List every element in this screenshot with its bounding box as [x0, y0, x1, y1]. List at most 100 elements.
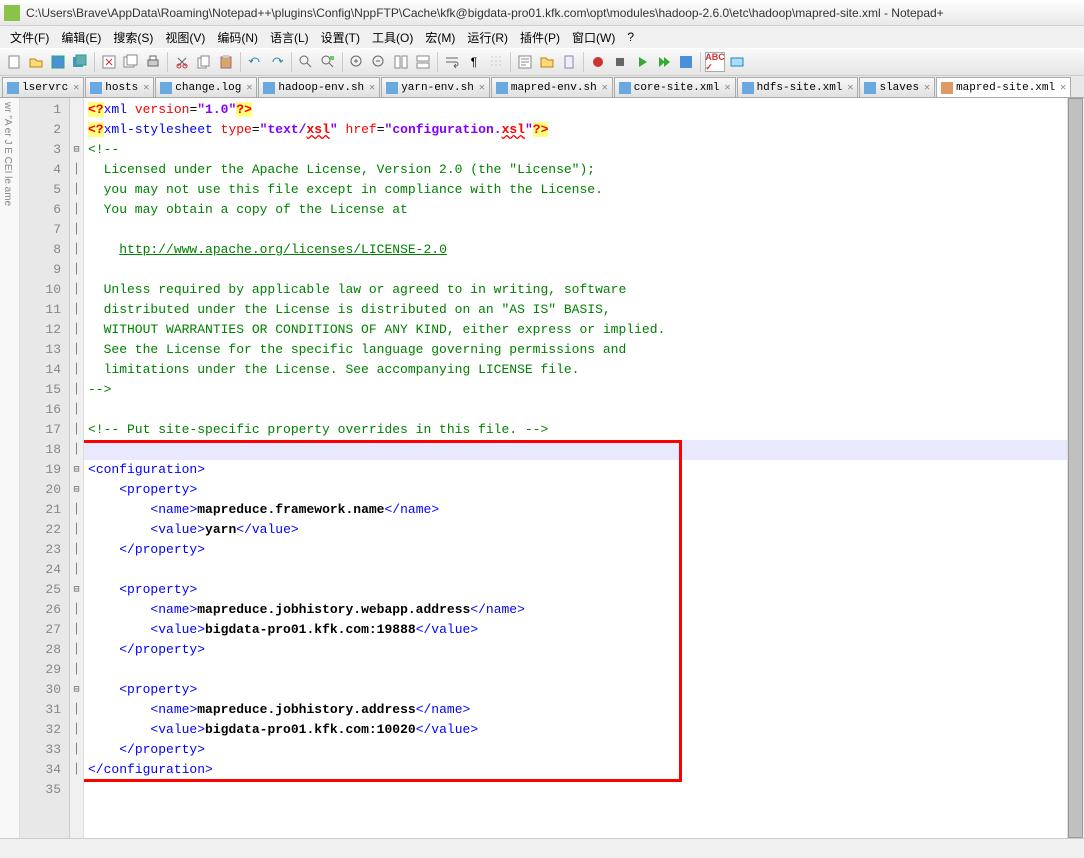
close-icon[interactable]: ✕ [847, 82, 853, 94]
close-icon[interactable]: ✕ [246, 82, 252, 94]
menubar: 文件(F) 编辑(E) 搜索(S) 视图(V) 编码(N) 语言(L) 设置(T… [0, 26, 1084, 48]
tab-label: mapred-site.xml [956, 82, 1055, 94]
tab-hdfs-site[interactable]: hdfs-site.xml ✕ [737, 77, 859, 97]
spellcheck-icon[interactable]: ABC✓ [705, 52, 725, 72]
sync-v-icon[interactable] [391, 52, 411, 72]
close-icon[interactable]: ✕ [924, 82, 930, 94]
tab-label: hosts [105, 82, 138, 94]
show-chars-icon[interactable]: ¶ [464, 52, 484, 72]
menu-run[interactable]: 运行(R) [461, 27, 514, 48]
menu-window[interactable]: 窗口(W) [566, 27, 621, 48]
menu-settings[interactable]: 设置(T) [315, 27, 366, 48]
play-macro-icon[interactable] [632, 52, 652, 72]
titlebar: C:\Users\Brave\AppData\Roaming\Notepad++… [0, 0, 1084, 26]
separator [240, 52, 241, 72]
menu-encoding[interactable]: 编码(N) [211, 27, 264, 48]
close-icon[interactable] [99, 52, 119, 72]
separator [700, 52, 701, 72]
tab-label: lservrc [22, 82, 68, 94]
stop-macro-icon[interactable] [610, 52, 630, 72]
save-macro-icon[interactable] [676, 52, 696, 72]
record-macro-icon[interactable] [588, 52, 608, 72]
tab-mapred-env[interactable]: mapred-env.sh✕ [491, 77, 613, 97]
zoom-out-icon[interactable] [369, 52, 389, 72]
toolbar: ¶ ABC✓ [0, 48, 1084, 76]
vertical-scrollbar[interactable] [1067, 98, 1084, 838]
separator [167, 52, 168, 72]
folder-icon[interactable] [537, 52, 557, 72]
menu-view[interactable]: 视图(V) [159, 27, 211, 48]
close-icon[interactable]: ✕ [1060, 82, 1066, 94]
menu-edit[interactable]: 编辑(E) [55, 27, 107, 48]
cut-icon[interactable] [172, 52, 192, 72]
redo-icon[interactable] [267, 52, 287, 72]
file-icon [90, 82, 102, 94]
tab-hadoop-env[interactable]: hadoop-env.sh ✕ [258, 77, 380, 97]
tab-label: hadoop-env.sh [278, 82, 364, 94]
separator [437, 52, 438, 72]
file-icon [160, 82, 172, 94]
separator [342, 52, 343, 72]
menu-macro[interactable]: 宏(M) [419, 27, 461, 48]
notepadpp-window: C:\Users\Brave\AppData\Roaming\Notepad++… [0, 0, 1084, 858]
tab-label: hdfs-site.xml [757, 82, 843, 94]
menu-language[interactable]: 语言(L) [264, 27, 315, 48]
separator [94, 52, 95, 72]
tab-mapred-site[interactable]: mapred-site.xml ✕ [936, 77, 1071, 97]
menu-search[interactable]: 搜索(S) [107, 27, 159, 48]
tabbar: lservrc ✕ hosts ✕ change.log✕ hadoop-env.s… [0, 76, 1084, 98]
replace-icon[interactable] [318, 52, 338, 72]
indent-guide-icon[interactable] [486, 52, 506, 72]
close-icon[interactable]: ✕ [73, 82, 79, 94]
function-list-icon[interactable] [515, 52, 535, 72]
separator [510, 52, 511, 72]
find-icon[interactable] [296, 52, 316, 72]
tab-changelog[interactable]: change.log✕ [155, 77, 257, 97]
nppftp-icon[interactable] [727, 52, 747, 72]
doc-map-icon[interactable] [559, 52, 579, 72]
tab-label: yarn-env.sh [401, 82, 474, 94]
app-icon [4, 5, 20, 21]
code-area[interactable]: <?xml version="1.0"?> <?xml-stylesheet t… [84, 98, 1067, 838]
paste-icon[interactable] [216, 52, 236, 72]
fold-column: ⊟│││││││││││││││⊟⊟││││⊟││││⊟││││ [70, 98, 84, 838]
sync-h-icon[interactable] [413, 52, 433, 72]
new-file-icon[interactable] [4, 52, 24, 72]
tab-lservrc[interactable]: lservrc ✕ [2, 77, 84, 97]
close-icon[interactable]: ✕ [369, 82, 375, 94]
tab-label: core-site.xml [634, 82, 720, 94]
close-icon[interactable]: ✕ [143, 82, 149, 94]
close-all-icon[interactable] [121, 52, 141, 72]
play-multi-icon[interactable] [654, 52, 674, 72]
zoom-in-icon[interactable] [347, 52, 367, 72]
menu-plugins[interactable]: 插件(P) [514, 27, 566, 48]
close-icon[interactable]: ✕ [602, 82, 608, 94]
close-icon[interactable]: ✕ [725, 82, 731, 94]
tab-hosts[interactable]: hosts ✕ [85, 77, 154, 97]
editor: wr "A er J E CEI le ame 1234567891011121… [0, 98, 1084, 838]
menu-file[interactable]: 文件(F) [4, 27, 55, 48]
left-strip: wr "A er J E CEI le ame [0, 98, 20, 838]
open-file-icon[interactable] [26, 52, 46, 72]
tab-slaves[interactable]: slaves ✕ [859, 77, 935, 97]
copy-icon[interactable] [194, 52, 214, 72]
wordwrap-icon[interactable] [442, 52, 462, 72]
file-icon [263, 82, 275, 94]
save-icon[interactable] [48, 52, 68, 72]
file-icon [742, 82, 754, 94]
close-icon[interactable]: ✕ [479, 82, 485, 94]
save-all-icon[interactable] [70, 52, 90, 72]
file-icon [619, 82, 631, 94]
scrollbar-thumb[interactable] [1068, 98, 1083, 838]
file-icon [7, 82, 19, 94]
tab-yarn-env[interactable]: yarn-env.sh ✕ [381, 77, 490, 97]
file-icon [496, 82, 508, 94]
print-icon[interactable] [143, 52, 163, 72]
tab-label: slaves [879, 82, 919, 94]
window-title: C:\Users\Brave\AppData\Roaming\Notepad++… [26, 6, 944, 20]
tab-core-site[interactable]: core-site.xml ✕ [614, 77, 736, 97]
separator [583, 52, 584, 72]
menu-tools[interactable]: 工具(O) [366, 27, 419, 48]
menu-help[interactable]: ? [621, 28, 640, 46]
undo-icon[interactable] [245, 52, 265, 72]
